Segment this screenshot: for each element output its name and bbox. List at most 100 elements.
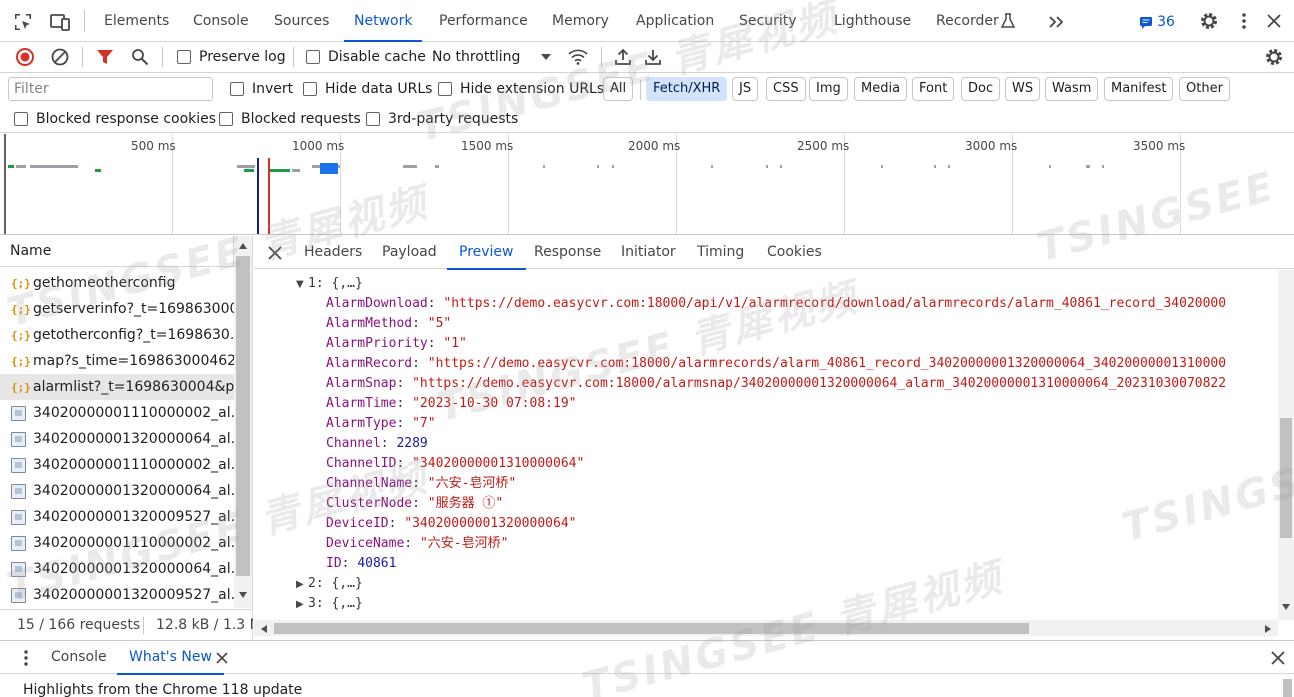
type-filter-font[interactable]: Font <box>912 77 955 101</box>
scroll-down-arrow-icon[interactable] <box>238 591 248 599</box>
preserve-log-checkbox[interactable]: Preserve log <box>177 48 286 66</box>
import-har-icon[interactable] <box>612 46 634 68</box>
drawer-scroll-thumb[interactable] <box>1283 679 1292 697</box>
type-filter-img[interactable]: Img <box>809 77 848 101</box>
request-row[interactable]: 34020000001320000064_al... <box>0 556 234 582</box>
type-filter-manifest[interactable]: Manifest <box>1104 77 1174 101</box>
disable-cache-checkbox[interactable]: Disable cache <box>306 48 426 66</box>
settings-gear-icon[interactable] <box>1198 10 1220 32</box>
drawer-tab-console[interactable]: Console <box>51 641 107 674</box>
json-property[interactable]: Channel: 2289 <box>326 434 428 454</box>
type-filter-fetch-xhr[interactable]: Fetch/XHR <box>646 77 728 101</box>
expand-triangle-icon[interactable]: ▶ <box>296 595 308 615</box>
drawer-tab-whats-new[interactable]: What's New <box>117 641 224 675</box>
scroll-right-arrow-icon[interactable] <box>1264 624 1272 634</box>
tab-console[interactable]: Console <box>193 0 249 42</box>
inspect-element-icon[interactable] <box>12 11 34 33</box>
tab-sources[interactable]: Sources <box>274 0 329 42</box>
json-property[interactable]: AlarmDownload: "https://demo.easycvr.com… <box>326 294 1226 314</box>
scroll-left-arrow-icon[interactable] <box>260 624 268 634</box>
name-column-header[interactable]: Name <box>0 236 234 267</box>
request-row[interactable]: {;} getotherconfig?_t=1698630... <box>0 322 234 348</box>
blocked-requests-box[interactable] <box>219 112 233 126</box>
json-property[interactable]: DeviceName: "六安-皂河桥" <box>326 534 508 554</box>
request-list-scroll-thumb[interactable] <box>236 256 250 576</box>
type-filter-media[interactable]: Media <box>854 77 908 101</box>
filter-input[interactable] <box>8 77 213 101</box>
throttling-select[interactable]: No throttling <box>432 47 552 67</box>
json-property[interactable]: ChannelName: "六安-皂河桥" <box>326 474 516 494</box>
third-party-checkbox[interactable]: 3rd-party requests <box>366 110 518 128</box>
type-filter-wasm[interactable]: Wasm <box>1045 77 1099 101</box>
close-tab-icon[interactable] <box>214 650 230 666</box>
tab-security[interactable]: Security <box>739 0 797 42</box>
tab-performance[interactable]: Performance <box>439 0 528 42</box>
invert-box[interactable] <box>230 82 244 96</box>
request-row[interactable]: 34020000001320000064_al... <box>0 478 234 504</box>
clear-icon[interactable] <box>49 46 71 68</box>
request-row[interactable]: 34020000001110000002_al... <box>0 452 234 478</box>
filter-funnel-icon[interactable] <box>94 46 116 68</box>
more-tabs-chevron-icon[interactable] <box>1045 11 1067 33</box>
request-row[interactable]: {;} map?s_time=1698630004622 <box>0 348 234 374</box>
tab-application[interactable]: Application <box>636 0 714 42</box>
detail-tab-cookies[interactable]: Cookies <box>767 236 822 269</box>
hide-extension-urls-checkbox[interactable]: Hide extension URLs <box>438 80 604 98</box>
request-row[interactable]: {;} gethomeotherconfig <box>0 270 234 296</box>
device-toolbar-icon[interactable] <box>48 11 72 33</box>
blocked-cookies-box[interactable] <box>14 112 28 126</box>
type-filter-other[interactable]: Other <box>1179 77 1230 101</box>
detail-tab-preview[interactable]: Preview <box>447 236 525 270</box>
json-property[interactable]: ChannelID: "34020000001310000064" <box>326 454 584 474</box>
expand-triangle-icon[interactable]: ▼ <box>296 275 308 295</box>
network-settings-gear-icon[interactable] <box>1263 46 1285 68</box>
json-property[interactable]: ID: 40861 <box>326 554 396 574</box>
type-filter-js[interactable]: JS <box>732 77 759 101</box>
json-property[interactable]: ClusterNode: "服务器 ①" <box>326 494 503 514</box>
invert-checkbox[interactable]: Invert <box>230 80 293 98</box>
tab-network[interactable]: Network <box>343 0 424 42</box>
close-devtools-icon[interactable] <box>1264 11 1284 31</box>
third-party-box[interactable] <box>366 112 380 126</box>
json-property[interactable]: AlarmMethod: "5" <box>326 314 451 334</box>
close-drawer-icon[interactable] <box>1269 649 1287 667</box>
json-collapsed-node[interactable]: ▶ 2: {,…} <box>296 574 363 594</box>
preview-vertical-scroll-thumb[interactable] <box>1280 418 1292 538</box>
tab-elements[interactable]: Elements <box>104 0 169 42</box>
json-preview[interactable]: ▼ 1: {,…} AlarmDownload: "https://demo.ea… <box>254 270 1278 620</box>
tab-recorder[interactable]: Recorder <box>936 0 999 42</box>
json-property[interactable]: AlarmSnap: "https://demo.easycvr.com:180… <box>326 374 1226 394</box>
type-filter-doc[interactable]: Doc <box>961 77 1001 101</box>
type-filter-ws[interactable]: WS <box>1005 77 1041 101</box>
tab-lighthouse[interactable]: Lighthouse <box>834 0 911 42</box>
request-row[interactable]: {;} getserverinfo?_t=1698630004 <box>0 296 234 322</box>
record-stop-icon[interactable] <box>14 46 36 68</box>
detail-tab-response[interactable]: Response <box>534 236 601 269</box>
scroll-down-arrow-icon[interactable] <box>1281 603 1291 611</box>
preview-horizontal-scroll-thumb[interactable] <box>274 623 1029 634</box>
more-options-icon[interactable] <box>1236 10 1252 32</box>
hide-data-urls-box[interactable] <box>303 82 317 96</box>
disable-cache-box[interactable] <box>306 50 320 64</box>
json-property[interactable]: AlarmRecord: "https://demo.easycvr.com:1… <box>326 354 1226 374</box>
json-property[interactable]: AlarmTime: "2023-10-30 07:08:19" <box>326 394 576 414</box>
preserve-log-box[interactable] <box>177 50 191 64</box>
close-detail-icon[interactable] <box>266 244 284 262</box>
request-row[interactable]: 34020000001320009527_al... <box>0 582 234 608</box>
hide-extension-urls-box[interactable] <box>438 82 452 96</box>
scroll-up-arrow-icon[interactable] <box>238 242 248 250</box>
json-property[interactable]: DeviceID: "34020000001320000064" <box>326 514 576 534</box>
search-icon[interactable] <box>129 46 151 68</box>
request-row[interactable]: 34020000001320000064_al... <box>0 426 234 452</box>
network-overview-timeline[interactable]: 500 ms 1000 ms 1500 ms 2000 ms 2500 ms 3… <box>0 134 1294 235</box>
detail-tab-headers[interactable]: Headers <box>304 236 362 269</box>
hide-data-urls-checkbox[interactable]: Hide data URLs <box>303 80 432 98</box>
drawer-menu-icon[interactable] <box>18 648 34 668</box>
json-property[interactable]: AlarmPriority: "1" <box>326 334 467 354</box>
type-filter-css[interactable]: CSS <box>766 77 806 101</box>
request-row[interactable]: 34020000001110000002_al... <box>0 530 234 556</box>
detail-tab-initiator[interactable]: Initiator <box>621 236 676 269</box>
blocked-requests-checkbox[interactable]: Blocked requests <box>219 110 361 128</box>
issues-badge[interactable]: 36 <box>1137 12 1177 32</box>
json-expanded-node[interactable]: ▼ 1: {,…} <box>296 274 363 294</box>
